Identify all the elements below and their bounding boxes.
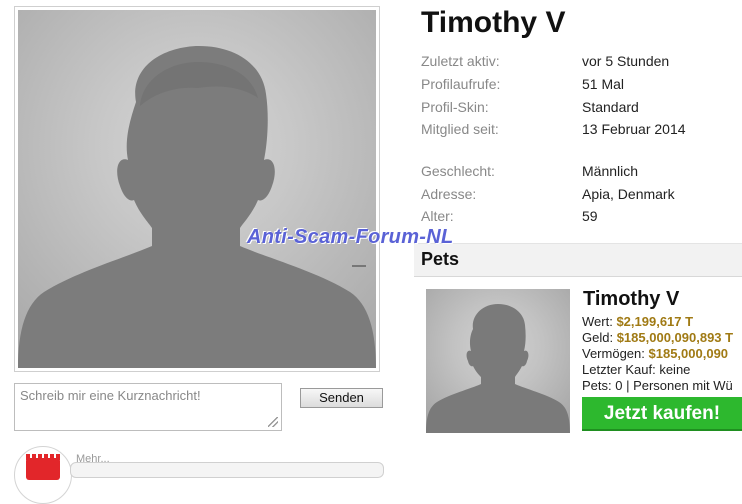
info-label-gender: Geschlecht: xyxy=(421,163,495,179)
buy-now-button[interactable]: Jetzt kaufen! xyxy=(582,397,742,431)
pet-name[interactable]: Timothy V xyxy=(583,288,679,311)
message-placeholder: Schreib mir eine Kurznachricht! xyxy=(20,388,201,403)
info-value-profile-skin: Standard xyxy=(582,99,639,115)
info-label-profile-skin: Profil-Skin: xyxy=(421,99,489,115)
pet-avatar[interactable] xyxy=(426,289,570,433)
info-label-last-active: Zuletzt aktiv: xyxy=(421,53,500,69)
bottom-widget-bar[interactable] xyxy=(70,462,384,478)
profile-avatar xyxy=(14,6,380,372)
info-value-last-active: vor 5 Stunden xyxy=(582,53,670,69)
pet-cash-row: Geld: $185,000,090,893 T xyxy=(582,330,733,345)
info-value-address: Apia, Denmark xyxy=(582,186,675,202)
profile-name: Timothy V xyxy=(421,6,566,39)
send-button[interactable]: Senden xyxy=(300,388,383,408)
pet-value-amount: $2,199,617 T xyxy=(616,314,694,329)
avatar-silhouette-icon xyxy=(18,45,376,368)
short-message-input[interactable]: Schreib mir eine Kurznachricht! xyxy=(14,383,282,431)
info-label-profile-views: Profilaufrufe: xyxy=(421,76,501,92)
watermark-text: Anti-Scam-Forum-NL xyxy=(247,226,454,248)
info-value-member-since: 13 Februar 2014 xyxy=(582,121,686,137)
resize-grip-icon[interactable] xyxy=(268,417,278,427)
info-value-gender: Männlich xyxy=(582,163,639,179)
pet-last-purchase: Letzter Kauf: keine xyxy=(582,362,691,377)
pet-cash-label: Geld: xyxy=(582,330,614,345)
calendar-badge-icon xyxy=(26,454,60,480)
pet-cash-amount: $185,000,090,893 T xyxy=(616,330,734,345)
pet-value-label: Wert: xyxy=(582,314,613,329)
bottom-widget-label: Mehr... xyxy=(76,453,110,465)
pet-assets-row: Vermögen: $185,000,090 xyxy=(582,346,728,361)
pets-title: Pets xyxy=(421,249,460,269)
pet-silhouette-icon xyxy=(426,304,570,433)
info-label-address: Adresse: xyxy=(421,186,477,202)
pet-value-row: Wert: $2,199,617 T xyxy=(582,314,693,329)
pet-assets-amount: $185,000,090 xyxy=(648,346,729,361)
info-label-age: Alter: xyxy=(421,208,454,224)
pet-assets-label: Vermögen: xyxy=(582,346,645,361)
info-value-profile-views: 51 Mal xyxy=(582,76,625,92)
pet-count-line: Pets: 0 | Personen mit Wü xyxy=(582,378,733,393)
info-value-age: 59 xyxy=(582,208,598,224)
info-label-member-since: Mitglied seit: xyxy=(421,121,499,137)
avatar-caption-dash xyxy=(352,265,366,267)
pets-header-bar xyxy=(414,243,742,277)
